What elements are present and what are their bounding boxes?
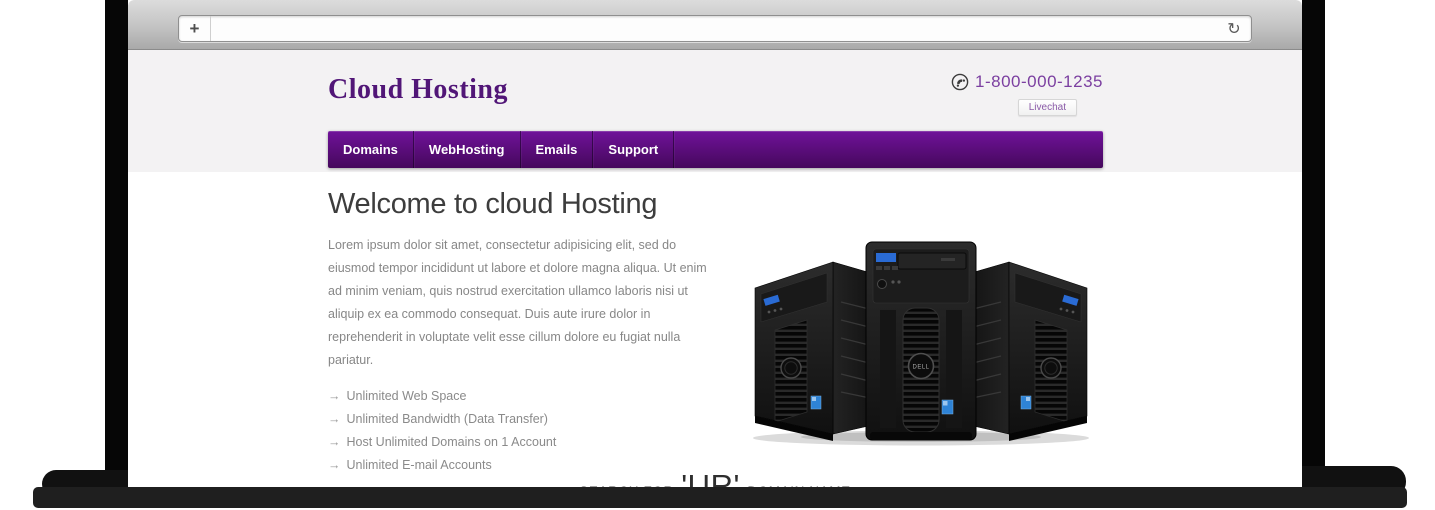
hero-paragraph: Lorem ipsum dolor sit amet, consectetur …: [328, 234, 724, 372]
arrow-icon: →: [328, 389, 341, 403]
nav-item-webhosting[interactable]: WebHosting: [414, 131, 521, 168]
nav-item-support[interactable]: Support: [593, 131, 674, 168]
browser-window: + ↻ Cloud Hosting 1-800-000-1235 Livecha…: [128, 0, 1302, 487]
new-tab-button[interactable]: +: [179, 16, 211, 41]
browser-chrome: + ↻: [128, 0, 1302, 50]
site-page: Cloud Hosting 1-800-000-1235 Livechat Do…: [128, 50, 1302, 487]
search-banner-suffix: DOMAIN NAME: [747, 484, 850, 487]
phone-icon: [951, 73, 969, 91]
servers-image: DELL: [745, 236, 1097, 448]
phone-row: 1-800-000-1235: [951, 72, 1103, 92]
main-nav: Domains WebHosting Emails Support: [328, 131, 1103, 168]
url-bar[interactable]: + ↻: [178, 15, 1252, 42]
search-banner: SEARCH FOR 'UR' DOMAIN NAME: [128, 468, 1302, 487]
search-banner-prefix: SEARCH FOR: [579, 484, 674, 487]
nav-item-domains[interactable]: Domains: [328, 131, 414, 168]
livechat-button[interactable]: Livechat: [1018, 99, 1077, 116]
hero-section: Welcome to cloud Hosting Lorem ipsum dol…: [328, 188, 724, 487]
feature-item: →Host Unlimited Domains on 1 Account: [328, 431, 724, 454]
refresh-button[interactable]: ↻: [1217, 19, 1251, 39]
search-banner-highlight: 'UR': [678, 468, 743, 487]
mockup-shadow-bottom: [33, 487, 1407, 508]
mockup-left-edge: [105, 0, 128, 481]
feature-list: →Unlimited Web Space →Unlimited Bandwidt…: [328, 385, 724, 477]
site-logo[interactable]: Cloud Hosting: [328, 74, 508, 106]
arrow-icon: →: [328, 412, 341, 426]
arrow-icon: →: [328, 435, 341, 449]
feature-item: →Unlimited Bandwidth (Data Transfer): [328, 408, 724, 431]
url-input[interactable]: [211, 16, 1217, 41]
phone-number: 1-800-000-1235: [975, 72, 1103, 92]
refresh-icon: ↻: [1227, 19, 1240, 39]
page-title: Welcome to cloud Hosting: [328, 188, 724, 221]
svg-text:DELL: DELL: [912, 365, 929, 371]
nav-item-emails[interactable]: Emails: [521, 131, 594, 168]
mockup-right-edge: [1302, 0, 1325, 481]
feature-item: →Unlimited Web Space: [328, 385, 724, 408]
